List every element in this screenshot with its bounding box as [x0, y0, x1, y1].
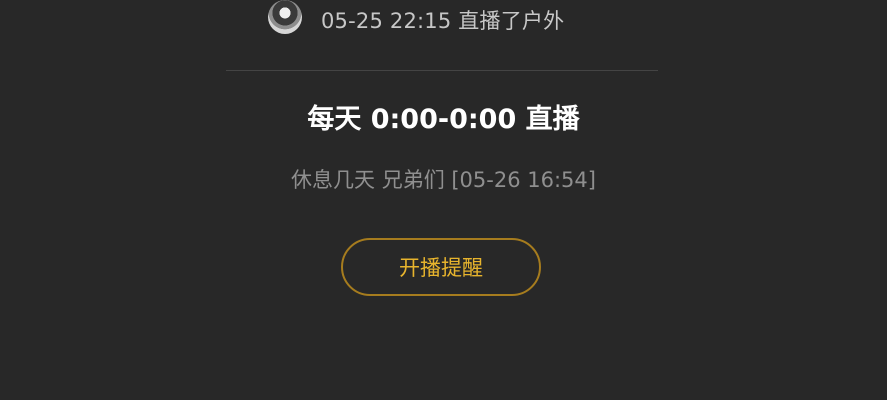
- live-reminder-button[interactable]: 开播提醒: [341, 238, 541, 296]
- avatar[interactable]: [268, 0, 302, 34]
- last-live-row: 05-25 22:15 直播了户外: [268, 0, 564, 40]
- schedule-title: 每天 0:00-0:00 直播: [307, 104, 580, 135]
- last-live-text: 05-25 22:15 直播了户外: [321, 9, 565, 33]
- stream-notice: 休息几天 兄弟们 [05-26 16:54]: [291, 168, 596, 192]
- divider: [226, 70, 658, 71]
